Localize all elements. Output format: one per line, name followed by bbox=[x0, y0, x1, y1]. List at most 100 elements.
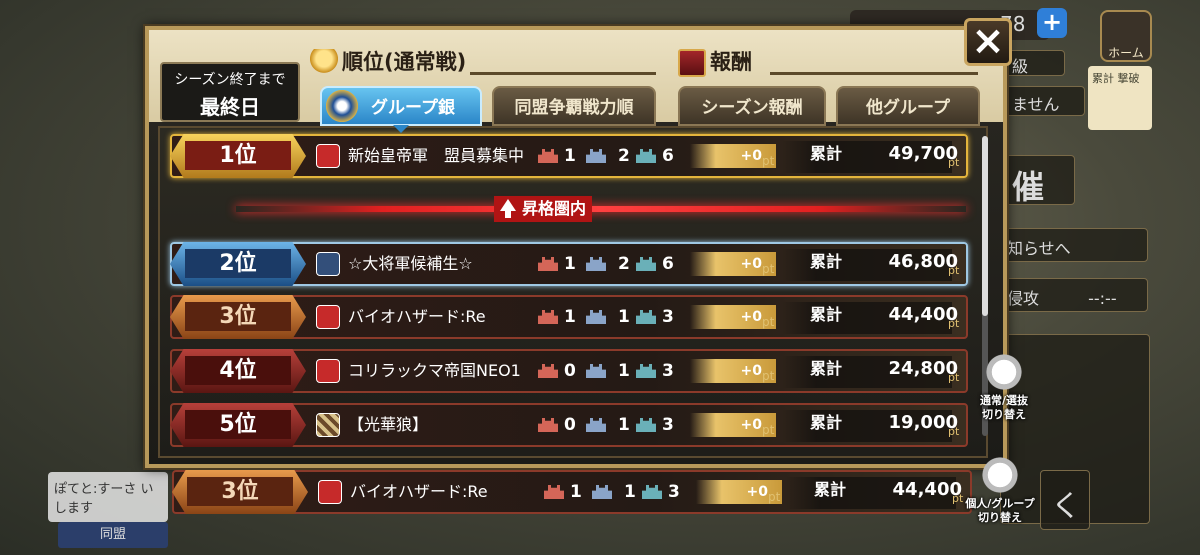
castle-count-1: 1 bbox=[570, 482, 582, 502]
rank-plate: 2位 bbox=[170, 242, 306, 286]
home-button[interactable]: ホーム bbox=[1100, 10, 1152, 62]
total-unit: pt bbox=[948, 371, 960, 384]
alliance-emblem-icon bbox=[316, 413, 340, 437]
castle-red-icon bbox=[538, 310, 558, 324]
kill-count-card: 累計 撃破 bbox=[1088, 66, 1152, 130]
add-currency-button[interactable]: + bbox=[1037, 8, 1067, 38]
individual-group-switch-button[interactable]: 個人/グループ 切り替え bbox=[962, 455, 1038, 525]
castle-red-icon bbox=[538, 418, 558, 432]
total-label: 累計 bbox=[810, 252, 843, 271]
rank-text: 3位 bbox=[185, 302, 291, 331]
castle-blue-icon bbox=[586, 149, 606, 163]
alliance-name: バイオハザード:Re bbox=[350, 482, 488, 501]
points-unit: pt bbox=[762, 369, 775, 383]
ranking-row[interactable]: 1位 新始皇帝軍 盟員募集中 1 2 6 +0 pt 累計 49,700 pt bbox=[170, 134, 968, 178]
up-arrow-stem bbox=[505, 210, 511, 218]
alliance-emblem-icon bbox=[318, 480, 342, 504]
trophy-switch-icon bbox=[972, 455, 1028, 495]
castle-count-2: 1 bbox=[618, 307, 630, 327]
castle-switch-icon bbox=[976, 352, 1032, 392]
castle-teal-icon bbox=[636, 364, 656, 378]
invasion-timer: --:-- bbox=[1088, 289, 1117, 308]
bg-panel-bottom: く bbox=[1040, 470, 1090, 530]
castle-red-icon bbox=[544, 485, 564, 499]
points-unit: pt bbox=[762, 423, 775, 437]
total-value: 24,800 bbox=[888, 358, 958, 379]
rank-badge-icon bbox=[326, 90, 358, 122]
invasion-label: 侵攻 bbox=[1007, 289, 1040, 308]
castle-red-icon bbox=[538, 257, 558, 271]
total-unit: pt bbox=[948, 425, 960, 438]
castle-teal-icon bbox=[642, 485, 662, 499]
castle-count-2: 1 bbox=[618, 415, 630, 435]
total-label: 累計 bbox=[810, 413, 843, 432]
castle-count-2: 2 bbox=[618, 146, 630, 166]
points-unit: pt bbox=[762, 315, 775, 329]
alliance-emblem-icon bbox=[316, 305, 340, 329]
rank-plate: 4位 bbox=[170, 349, 306, 393]
bg-panel-event: 催 bbox=[1005, 155, 1075, 206]
alliance-name: バイオハザード:Re bbox=[348, 307, 486, 326]
ranking-row[interactable]: 5位 【光華狼】 0 1 3 +0 pt 累計 19,000 pt bbox=[170, 403, 968, 447]
points-unit: pt bbox=[762, 262, 775, 276]
total-value: 19,000 bbox=[888, 412, 958, 433]
rank-plate: 5位 bbox=[170, 403, 306, 447]
rank-text: 3位 bbox=[187, 477, 293, 506]
chat-preview[interactable]: ぽてと:すーさ いします bbox=[48, 472, 168, 522]
rank-plate: 3位 bbox=[170, 295, 306, 339]
ranking-title-text: 順位(通常戦) bbox=[342, 50, 467, 74]
tab-group-silver[interactable]: グループ銀 bbox=[320, 86, 482, 126]
promotion-label: 昇格圏内 bbox=[494, 196, 593, 222]
close-button[interactable]: × bbox=[964, 18, 1012, 66]
castle-count-1: 0 bbox=[564, 415, 576, 435]
castle-count-3: 3 bbox=[662, 307, 674, 327]
castle-red-icon bbox=[538, 149, 558, 163]
castle-teal-icon bbox=[636, 418, 656, 432]
promotion-text: 昇格圏内 bbox=[522, 199, 587, 218]
promotion-line bbox=[236, 206, 966, 212]
season-label: シーズン終了まで bbox=[174, 72, 286, 88]
total-label: 累計 bbox=[810, 144, 843, 163]
castle-teal-icon bbox=[636, 257, 656, 271]
switch-label-line2: 切り替え bbox=[978, 511, 1022, 524]
total-label: 累計 bbox=[810, 305, 843, 324]
alliance-emblem-icon bbox=[316, 359, 340, 383]
bg-panel-notice: ません bbox=[1005, 86, 1085, 116]
castle-count-3: 3 bbox=[662, 361, 674, 381]
alliance-chat-button[interactable]: 同盟 bbox=[58, 522, 168, 548]
castle-teal-icon bbox=[636, 310, 656, 324]
castle-count-3: 3 bbox=[668, 482, 680, 502]
castle-teal-icon bbox=[636, 149, 656, 163]
castle-blue-icon bbox=[592, 485, 612, 499]
points-unit: pt bbox=[762, 154, 775, 168]
ranking-row[interactable]: 4位 コリラックマ帝国NEO1 0 1 3 +0 pt 累計 24,800 pt bbox=[170, 349, 968, 393]
rank-text: 2位 bbox=[185, 249, 291, 278]
normal-select-switch-button[interactable]: 通常/選抜 切り替え bbox=[966, 352, 1042, 422]
ranking-title: 順位(通常戦) bbox=[310, 46, 466, 77]
ranking-row[interactable]: 3位 バイオハザード:Re 1 1 3 +0 pt 累計 44,400 pt bbox=[170, 295, 968, 339]
alliance-name: コリラックマ帝国NEO1 bbox=[348, 361, 521, 380]
castle-blue-icon bbox=[586, 364, 606, 378]
my-alliance-row[interactable]: 3位 バイオハザード:Re 1 1 3 +0 pt 累計 44,400 pt bbox=[172, 470, 972, 514]
bg-panel-news[interactable]: 知らせへ bbox=[1000, 228, 1148, 262]
season-countdown: シーズン終了まで 最終日 bbox=[160, 62, 300, 122]
total-value: 49,700 bbox=[888, 143, 958, 164]
switch-label-line1: 通常/選抜 bbox=[979, 394, 1029, 407]
alliance-emblem-icon bbox=[316, 144, 340, 168]
castle-blue-icon bbox=[586, 310, 606, 324]
tab-alliance-power-order[interactable]: 同盟争覇戦力順 bbox=[492, 86, 656, 126]
tab-label: グループ銀 bbox=[371, 98, 455, 118]
tab-season-reward[interactable]: シーズン報酬 bbox=[678, 86, 826, 126]
rank-text: 1位 bbox=[185, 141, 291, 170]
promotion-zone-divider: 昇格圏内 bbox=[236, 194, 966, 224]
castle-count-1: 1 bbox=[564, 307, 576, 327]
ranking-row[interactable]: 2位 ☆大将軍候補生☆ 1 2 6 +0 pt 累計 46,800 pt bbox=[170, 242, 968, 286]
rank-text: 4位 bbox=[185, 356, 291, 385]
castle-count-2: 1 bbox=[624, 482, 636, 502]
tab-other-group[interactable]: 他グループ bbox=[836, 86, 980, 126]
ranking-title-underline bbox=[470, 72, 656, 75]
points-unit: pt bbox=[768, 490, 781, 504]
scroll-thumb[interactable] bbox=[982, 136, 988, 316]
total-unit: pt bbox=[948, 317, 960, 330]
reward-title-underline bbox=[770, 72, 978, 75]
